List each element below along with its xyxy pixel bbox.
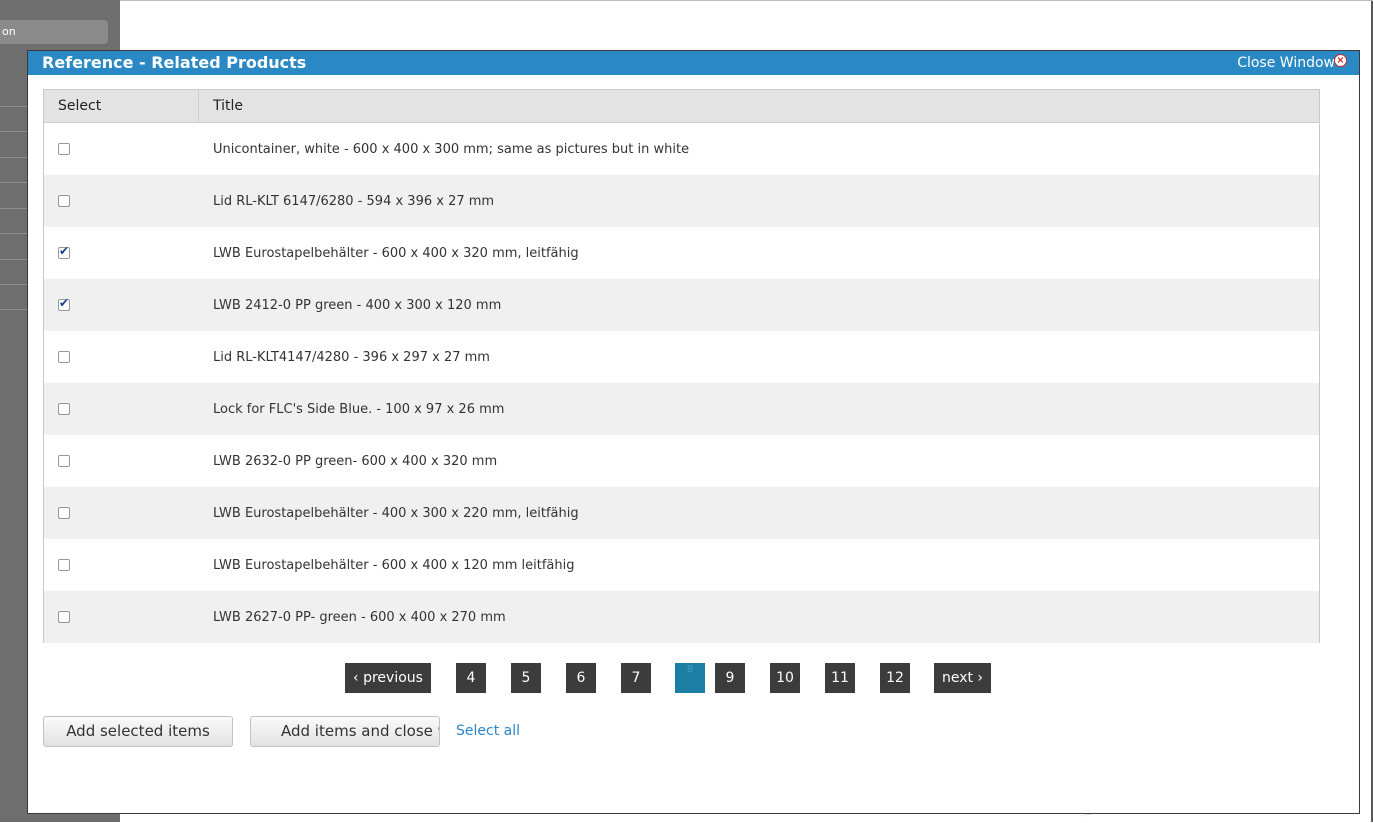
table-row: LWB 2632-0 PP green- 600 x 400 x 320 mm: [44, 435, 1319, 487]
select-checkbox[interactable]: [58, 296, 70, 311]
table-row: LWB Eurostapelbehälter - 600 x 400 x 320…: [44, 227, 1319, 279]
background-border: [120, 0, 1373, 1]
products-table: Select Title Unicontainer, white - 600 x…: [43, 89, 1320, 643]
add-items-and-close-button[interactable]: Add items and close window: [250, 716, 440, 747]
select-checkbox[interactable]: [58, 507, 70, 519]
select-cell: [44, 507, 199, 519]
related-products-modal: Reference - Related Products Close Windo…: [27, 50, 1360, 814]
table-row: LWB Eurostapelbehälter - 400 x 300 x 220…: [44, 487, 1319, 539]
background-divider: [0, 233, 30, 234]
table-row: LWB Eurostapelbehälter - 600 x 400 x 120…: [44, 539, 1319, 591]
pagination-page-current[interactable]: 8: [675, 663, 705, 693]
product-title: Lid RL-KLT 6147/6280 - 594 x 396 x 27 mm: [213, 193, 495, 209]
pagination-page[interactable]: 6: [566, 663, 596, 693]
select-cell: [44, 351, 199, 363]
close-window-label[interactable]: Close Window: [1237, 53, 1335, 73]
product-title: LWB Eurostapelbehälter - 600 x 400 x 320…: [213, 245, 579, 261]
background-divider: [0, 131, 30, 132]
select-cell: [44, 611, 199, 623]
select-cell: [44, 559, 199, 571]
background-divider: [0, 208, 30, 209]
background-divider: [0, 284, 30, 285]
pagination-next[interactable]: next ›: [934, 663, 991, 693]
product-title: LWB Eurostapelbehälter - 400 x 300 x 220…: [213, 505, 579, 521]
pagination-page[interactable]: 11: [825, 663, 855, 693]
modal-header: Reference - Related Products Close Windo…: [28, 51, 1359, 75]
column-header-select: Select: [44, 90, 199, 122]
select-cell: [44, 455, 199, 467]
select-cell: [44, 403, 199, 415]
pagination-page[interactable]: 4: [456, 663, 486, 693]
pagination-page[interactable]: 7: [621, 663, 651, 693]
select-checkbox[interactable]: [58, 403, 70, 415]
product-title: LWB Eurostapelbehälter - 600 x 400 x 120…: [213, 557, 575, 573]
pagination-page[interactable]: 10: [770, 663, 800, 693]
pagination: ‹ previous 4 5 6 7 8 9 10 11 12 next ›: [28, 663, 1359, 693]
add-selected-items-button[interactable]: Add selected items: [43, 716, 233, 747]
close-window-button[interactable]: Close Window ×: [1237, 53, 1347, 73]
product-title: Lid RL-KLT4147/4280 - 396 x 297 x 27 mm: [213, 349, 490, 365]
select-checkbox[interactable]: [58, 244, 70, 259]
close-circle-icon[interactable]: ×: [1334, 53, 1347, 67]
table-row: Unicontainer, white - 600 x 400 x 300 mm…: [44, 123, 1319, 175]
pagination-page[interactable]: 9: [715, 663, 745, 693]
background-sidebar-button[interactable]: on: [0, 20, 108, 44]
select-checkbox[interactable]: [58, 195, 70, 207]
select-cell: [44, 143, 199, 155]
select-cell: [44, 195, 199, 207]
background-divider: [0, 309, 30, 310]
pagination-previous[interactable]: ‹ previous: [345, 663, 431, 693]
table-header: Select Title: [44, 90, 1319, 123]
select-checkbox[interactable]: [58, 143, 70, 155]
select-checkbox[interactable]: [58, 351, 70, 363]
background-divider: [0, 259, 30, 260]
table-row: Lid RL-KLT 6147/6280 - 594 x 396 x 27 mm: [44, 175, 1319, 227]
select-cell: [44, 296, 199, 311]
product-title: Unicontainer, white - 600 x 400 x 300 mm…: [213, 141, 690, 157]
select-cell: [44, 244, 199, 259]
select-checkbox[interactable]: [58, 611, 70, 623]
background-divider: [0, 157, 30, 158]
product-title: LWB 2632-0 PP green- 600 x 400 x 320 mm: [213, 453, 498, 469]
product-title: Lock for FLC's Side Blue. - 100 x 97 x 2…: [213, 401, 505, 417]
table-row: LWB 2627-0 PP- green - 600 x 400 x 270 m…: [44, 591, 1319, 643]
column-header-title: Title: [213, 98, 244, 114]
select-checkbox[interactable]: [58, 559, 70, 571]
table-row: Lock for FLC's Side Blue. - 100 x 97 x 2…: [44, 383, 1319, 435]
select-all-link[interactable]: Select all: [456, 723, 520, 739]
modal-title: Reference - Related Products: [42, 53, 307, 72]
pagination-page[interactable]: 5: [511, 663, 541, 693]
product-title: LWB 2412-0 PP green - 400 x 300 x 120 mm: [213, 297, 502, 313]
table-row: LWB 2412-0 PP green - 400 x 300 x 120 mm: [44, 279, 1319, 331]
select-checkbox[interactable]: [58, 455, 70, 467]
table-row: Lid RL-KLT4147/4280 - 396 x 297 x 27 mm: [44, 331, 1319, 383]
background-divider: [0, 182, 30, 183]
product-title: LWB 2627-0 PP- green - 600 x 400 x 270 m…: [213, 609, 506, 625]
background-divider: [0, 106, 30, 107]
pagination-page[interactable]: 12: [880, 663, 910, 693]
